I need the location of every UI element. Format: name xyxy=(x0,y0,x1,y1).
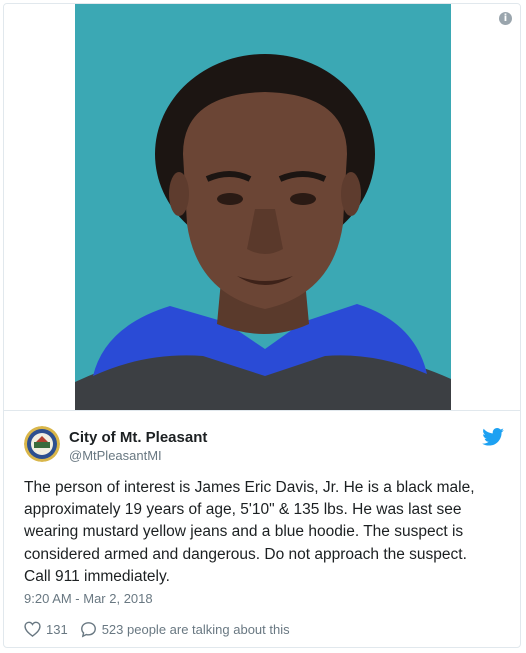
twitter-bird-icon[interactable] xyxy=(482,428,504,446)
heart-icon[interactable] xyxy=(24,621,41,637)
user-display-name[interactable]: City of Mt. Pleasant xyxy=(69,429,207,446)
suspect-photo[interactable] xyxy=(75,4,451,410)
conversation-link[interactable]: 523 people are talking about this xyxy=(102,622,290,637)
city-seal-icon xyxy=(24,426,60,462)
tweet-actions: 131 523 people are talking about this xyxy=(24,619,290,639)
like-count[interactable]: 131 xyxy=(46,622,68,637)
tweet-text: The person of interest is James Eric Dav… xyxy=(24,477,510,588)
speech-bubble-icon[interactable] xyxy=(80,621,97,638)
tweet-text-line: approximately 19 years of age, 5'10" & 1… xyxy=(24,501,462,519)
tweet-timestamp[interactable]: 9:20 AM - Mar 2, 2018 xyxy=(24,591,153,606)
avatar[interactable] xyxy=(24,426,60,462)
tweet-text-line: wearing mustard yellow jeans and a blue … xyxy=(24,523,464,541)
media-area: i xyxy=(4,4,520,410)
tweet-text-line: Call 911 immediately. xyxy=(24,567,170,585)
user-handle[interactable]: @MtPleasantMI xyxy=(69,448,162,463)
info-icon[interactable]: i xyxy=(499,12,512,25)
tweet-text-line: considered armed and dangerous. Do not a… xyxy=(24,545,467,563)
embedded-tweet-card: i City of Mt. Pleasant @MtPleasantMI The… xyxy=(3,3,521,648)
divider xyxy=(4,410,520,411)
suspect-photo-illustration xyxy=(75,4,451,410)
tweet-text-line: The person of interest is James Eric Dav… xyxy=(24,479,475,496)
